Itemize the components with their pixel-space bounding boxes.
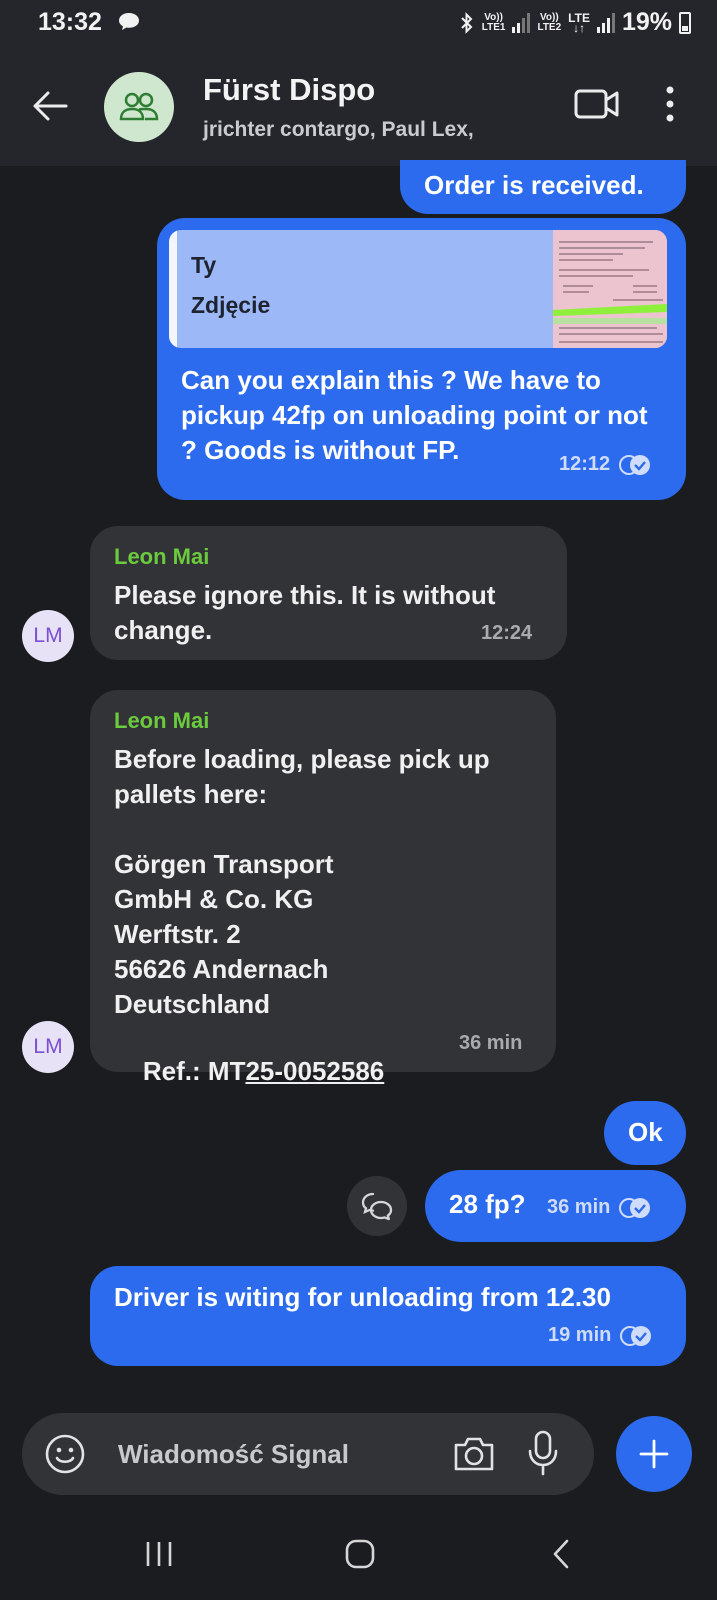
- message-input[interactable]: [118, 1435, 438, 1473]
- read-receipt-icon: [619, 454, 651, 475]
- emoji-icon[interactable]: [44, 1433, 86, 1475]
- message-meta: 36 min: [547, 1196, 652, 1219]
- message-meta: 19 min: [548, 1324, 653, 1347]
- message-composer: [22, 1413, 594, 1495]
- chat-bubble-icon: [119, 13, 139, 30]
- system-navigation-bar: [0, 1500, 717, 1600]
- read-receipt-icon: [620, 1325, 652, 1346]
- more-vertical-icon[interactable]: [662, 84, 678, 124]
- bluetooth-icon: [461, 11, 473, 34]
- sender-name[interactable]: Leon Mai: [114, 544, 209, 570]
- microphone-icon[interactable]: [527, 1429, 559, 1477]
- sim2-type: LTE ↓↑: [568, 12, 590, 34]
- battery-percent: 19%: [621, 8, 672, 36]
- read-receipt-icon: [619, 1197, 651, 1218]
- message-time: 19 min: [548, 1324, 612, 1346]
- message-outgoing[interactable]: Driver is witing for unloading from 12.3…: [90, 1266, 686, 1366]
- sim1-indicator: Vo)) LTE1: [481, 11, 506, 33]
- message-text: Before loading, please pick up pallets h…: [114, 744, 490, 1019]
- sim2-volte: Vo)): [539, 11, 559, 23]
- camera-icon[interactable]: [452, 1433, 496, 1473]
- message-time: 12:12: [559, 453, 611, 475]
- back-arrow-icon[interactable]: [30, 86, 70, 126]
- message-text: Ok: [628, 1117, 663, 1147]
- sim2-network: LTE2: [537, 21, 562, 33]
- signal-icon: [596, 12, 615, 33]
- group-avatar[interactable]: [104, 72, 174, 142]
- message-time: 12:24: [481, 622, 533, 644]
- quote-bar: [169, 230, 177, 348]
- photo-thumbnail: [553, 230, 667, 348]
- message-incoming[interactable]: Leon Mai Please ignore this. It is witho…: [90, 526, 567, 660]
- reference-prefix: Ref.: MT: [142, 1056, 246, 1086]
- reference-link[interactable]: 25-0052586: [245, 1056, 384, 1086]
- conversation-members[interactable]: jrichter contargo, Paul Lex,: [203, 118, 474, 142]
- quote-type: Zdjęcie: [191, 292, 271, 318]
- quote-author: Ty: [191, 252, 217, 278]
- status-bar: 13:32 Vo)) LTE1 Vo)) LTE2 LTE ↓↑ 19%: [0, 0, 717, 48]
- sim1-network: LTE1: [481, 21, 506, 33]
- attach-button[interactable]: [616, 1416, 692, 1492]
- status-time: 13:32: [38, 8, 102, 36]
- nav-back-icon[interactable]: [550, 1538, 572, 1570]
- recent-apps-icon[interactable]: [144, 1540, 174, 1568]
- message-outgoing[interactable]: Order is received.: [400, 160, 686, 214]
- plus-icon: [639, 1439, 669, 1469]
- signal-icon: [512, 12, 531, 33]
- message-outgoing[interactable]: Ty Zdjęcie Can you explain this ? We hav…: [157, 218, 686, 500]
- reply-bubble-icon: [361, 1192, 393, 1221]
- message-meta: 12:12: [559, 453, 652, 476]
- video-call-icon[interactable]: [574, 86, 620, 122]
- sender-avatar[interactable]: LM: [22, 610, 74, 662]
- conversation-title[interactable]: Fürst Dispo: [203, 72, 375, 108]
- status-icons: Vo)) LTE1 Vo)) LTE2 LTE ↓↑ 19%: [459, 8, 691, 37]
- message-text: Order is received.: [424, 170, 644, 200]
- message-text: Driver is witing for unloading from 12.3…: [114, 1282, 611, 1312]
- reference-line: Ref.: MT25-0052586: [114, 1019, 384, 1124]
- reaction-button[interactable]: [347, 1176, 407, 1236]
- message-text: 28 fp?: [449, 1189, 526, 1219]
- sender-avatar[interactable]: LM: [22, 1021, 74, 1073]
- message-time: 36 min: [547, 1196, 611, 1218]
- sim2-indicator: Vo)) LTE2: [537, 11, 562, 33]
- message-time: 36 min: [459, 1032, 523, 1054]
- message-text: Please ignore this. It is without change…: [114, 580, 503, 645]
- message-incoming[interactable]: Leon Mai Before loading, please pick up …: [90, 690, 556, 1086]
- sender-name[interactable]: Leon Mai: [114, 708, 209, 734]
- quoted-message[interactable]: Ty Zdjęcie: [169, 230, 667, 348]
- group-icon: [119, 92, 159, 121]
- conversation-header: Fürst Dispo jrichter contargo, Paul Lex,: [0, 48, 717, 166]
- message-outgoing[interactable]: Ok: [604, 1101, 686, 1165]
- sim1-volte: Vo)): [484, 11, 503, 23]
- battery-icon: [679, 11, 691, 34]
- message-outgoing[interactable]: 28 fp? 36 min: [425, 1170, 686, 1242]
- home-icon[interactable]: [345, 1539, 375, 1569]
